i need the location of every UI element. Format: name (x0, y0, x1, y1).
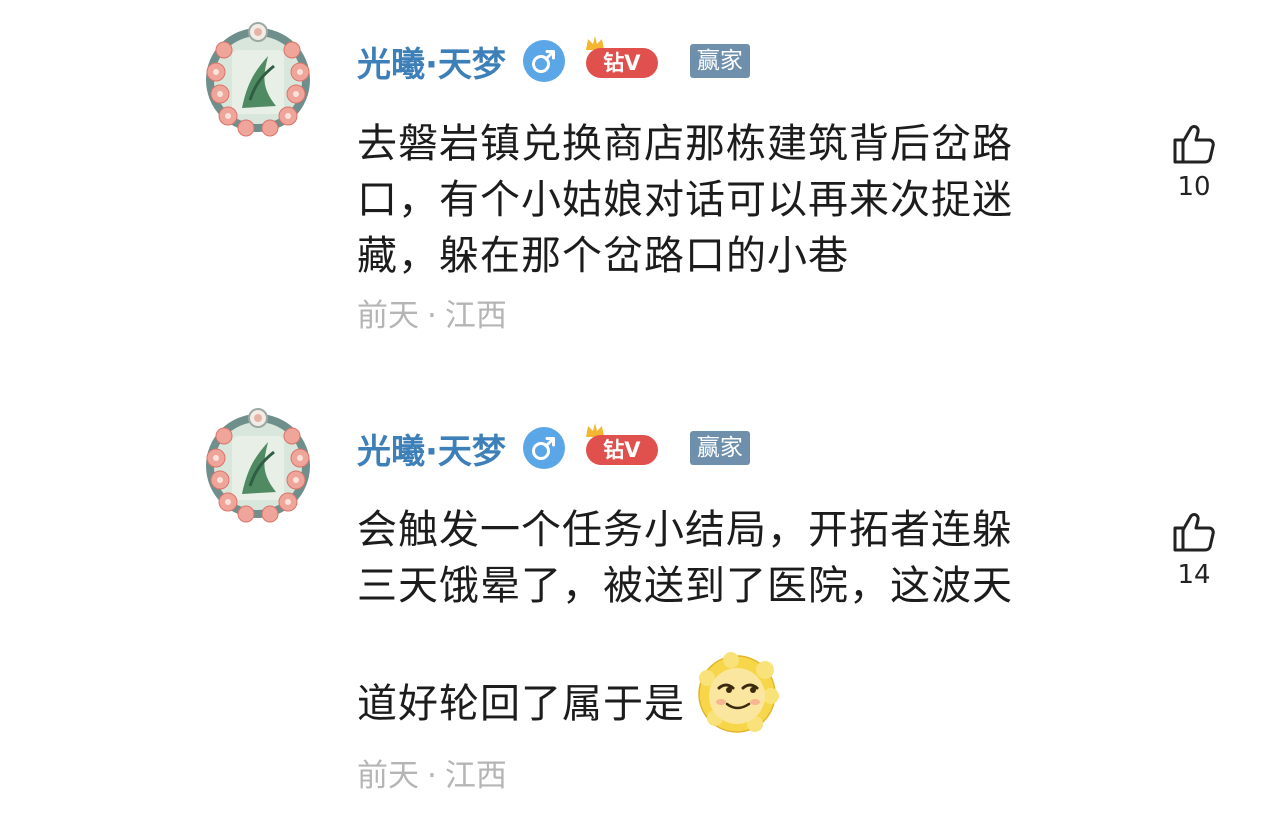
thumbs-up-icon (1173, 513, 1215, 552)
comment-text: 会触发一个任务小结局，开拓者连躲 三天饿晕了，被送到了医院，这波天 (357, 507, 1013, 609)
like-button[interactable]: 10 (1168, 120, 1220, 202)
comment-location: 江西 (444, 298, 507, 334)
avatar-frame-icon (206, 22, 310, 137)
vip-badge[interactable]: 钻V (584, 36, 660, 78)
like-count: 14 (1177, 560, 1211, 590)
comment-time: 前天 (357, 298, 419, 334)
title-badge[interactable]: 赢家 (689, 431, 750, 465)
avatar[interactable] (198, 406, 318, 526)
comment-location: 江西 (444, 758, 507, 794)
comment-time: 前天 (357, 758, 419, 794)
title-badge[interactable]: 赢家 (689, 44, 750, 78)
comment-meta: 前天 · 江西 (357, 758, 507, 794)
avatar-frame-icon (206, 408, 310, 523)
username[interactable]: 光曦·天梦 (357, 37, 506, 86)
male-icon (522, 39, 566, 83)
smirk-lion-emoji-icon (693, 648, 781, 736)
comment-meta: 前天 · 江西 (357, 298, 507, 334)
vip-badge[interactable]: 钻V (584, 423, 660, 465)
like-count: 10 (1177, 172, 1211, 202)
avatar[interactable] (198, 20, 318, 140)
comment-text: 去磐岩镇兑换商店那栋建筑背后岔路 口，有个小姑娘对话可以再来次捉迷 藏，躲在那个… (357, 121, 1013, 279)
like-button[interactable]: 14 (1168, 508, 1220, 590)
male-icon (522, 426, 566, 470)
comment-text-continued: 道好轮回了属于是 (357, 652, 1097, 750)
thumbs-up-icon (1173, 125, 1215, 164)
username[interactable]: 光曦·天梦 (357, 424, 506, 473)
